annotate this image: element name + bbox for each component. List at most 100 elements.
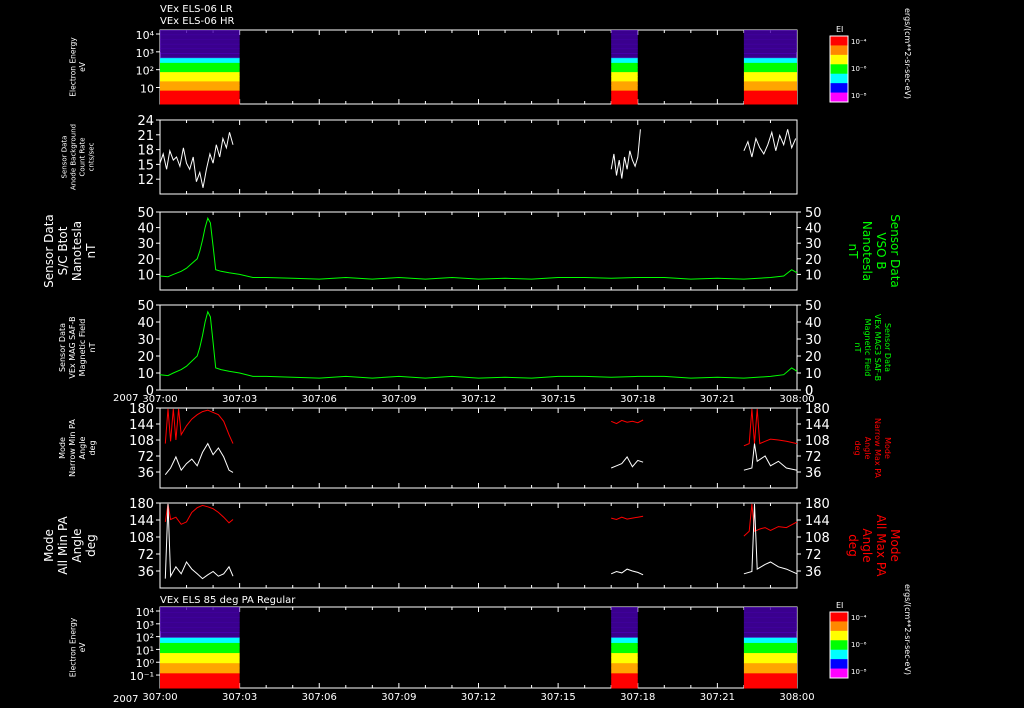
y-tick-label-right: 72 [805, 450, 822, 465]
y-axis-label-left: Mode [58, 437, 67, 459]
heatmap-block [743, 30, 797, 105]
colorbar-swatch [830, 54, 848, 65]
y-axis-label-right: All Max PA [874, 515, 888, 578]
colorbar-swatch [830, 612, 848, 622]
colorbar-swatch [830, 83, 848, 94]
x-tick-label: 307:21 [700, 394, 735, 405]
x-tick-label: 307:18 [620, 692, 655, 703]
y-axis-label-left: deg [88, 440, 97, 455]
x-tick-label: 307:06 [302, 394, 337, 405]
heatmap-cell [611, 85, 638, 91]
y-tick-label-right: 180 [805, 497, 830, 512]
y-tick-label-right: 40 [805, 222, 822, 237]
y-tick-label-left: 10 [137, 268, 154, 283]
colorbar-tick-label: 10⁻⁶ [851, 65, 867, 73]
heatmap-cell [160, 642, 240, 648]
x-tick-label: 307:06 [302, 692, 337, 703]
y-tick-label-right: 10 [805, 268, 822, 283]
heatmap-cell [611, 662, 638, 669]
y-axis-label-right: nT [853, 343, 862, 353]
heatmap-cell [743, 652, 797, 659]
y-tick-label-right: 144 [805, 418, 830, 433]
heatmap-cell [611, 652, 638, 659]
heatmap-cell [743, 682, 797, 689]
y-axis-label-right: VEx MAG3 SAF-B [873, 314, 882, 381]
y-tick-label-right: 30 [805, 333, 822, 348]
heatmap-cell [611, 71, 638, 77]
heatmap-cell [611, 53, 638, 59]
heatmap-block [160, 607, 240, 689]
heatmap-cell [160, 662, 240, 669]
heatmap-cell [160, 677, 240, 684]
heatmap-cell [611, 80, 638, 86]
y-tick-label-right: 108 [805, 531, 830, 546]
heatmap-cell [160, 53, 240, 59]
y-axis-label-left: cnts/sec [88, 142, 96, 171]
heatmap-noise [160, 607, 240, 632]
y-tick-label-left: 50 [137, 206, 154, 221]
y-tick-label-left: 15 [137, 158, 154, 173]
colorbar-swatch [830, 668, 848, 679]
y-tick-label-right: 72 [805, 548, 822, 563]
heatmap-cell [160, 57, 240, 63]
heatmap-block [611, 607, 638, 689]
y-tick-label-right: 144 [805, 514, 830, 529]
y-axis-label-left: S/C Btot [56, 226, 70, 275]
heatmap-cell [743, 99, 797, 105]
y-tick-label-left: 108 [129, 531, 154, 546]
y-axis-label-left: nT [88, 342, 97, 352]
heatmap-cell [160, 85, 240, 91]
y-tick-label-left: 10³ [136, 619, 154, 632]
colorbar-swatch [830, 73, 848, 84]
heatmap-cell [611, 672, 638, 679]
heatmap-cell [160, 71, 240, 77]
y-tick-label-left: 180 [129, 497, 154, 512]
y-tick-label-left: 30 [137, 333, 154, 348]
heatmap-cell [160, 652, 240, 659]
heatmap-noise [611, 30, 638, 53]
panel7-title: VEx ELS 85 deg PA Regular [160, 595, 296, 606]
y-tick-label-left: 21 [137, 129, 154, 144]
heatmap-block [160, 30, 240, 105]
x-tick-label: 307:03 [222, 692, 257, 703]
heatmap-cell [611, 682, 638, 689]
heatmap-cell [611, 647, 638, 654]
y-tick-label-left: 144 [129, 418, 154, 433]
heatmap-cell [743, 85, 797, 91]
heatmap-cell [743, 90, 797, 96]
y-axis-label-left: All Min PA [56, 515, 70, 574]
heatmap-cell [160, 90, 240, 96]
y-tick-label-right: 50 [805, 206, 822, 221]
heatmap-cell [743, 642, 797, 648]
heatmap-cell [611, 67, 638, 73]
x-tick-label: 307:03 [222, 394, 257, 405]
x-tick-label: 308:00 [779, 394, 814, 405]
y-tick-label-left: 50 [137, 299, 154, 314]
heatmap-cell [160, 67, 240, 73]
colorbar-swatch [830, 659, 848, 670]
colorbar-tick-label: 10⁻⁸ [851, 92, 867, 100]
y-tick-label-left: 18 [137, 144, 154, 159]
x-tick-label: 307:00 [142, 394, 177, 405]
y-axis-label-left: Angle [78, 437, 87, 460]
y-tick-label-left: 10 [140, 83, 154, 96]
heatmap-cell [743, 647, 797, 654]
colorbar-tick-label: 10⁻⁴ [851, 614, 867, 622]
y-tick-label-left: 40 [137, 222, 154, 237]
x-tick-label: 307:00 [142, 692, 177, 703]
heatmap-cell [611, 90, 638, 96]
y-tick-label-left: 72 [137, 548, 154, 563]
heatmap-cell [611, 94, 638, 100]
heatmap-cell [160, 682, 240, 689]
y-tick-label-left: 10⁰ [136, 657, 155, 670]
header-line1: VEx ELS-06 LR [160, 4, 233, 15]
y-tick-label-left: 10⁻¹ [130, 670, 154, 683]
colorbar-label: EI [836, 25, 843, 34]
heatmap-cell [160, 632, 240, 638]
y-axis-label-right: Narrow Max PA [873, 418, 882, 479]
y-axis-label-left: Electron Energy [68, 617, 77, 677]
colorbar-swatch [830, 630, 848, 641]
y-tick-label-right: 20 [805, 253, 822, 268]
heatmap-cell [743, 76, 797, 82]
y-tick-label-left: 10¹ [136, 644, 154, 657]
